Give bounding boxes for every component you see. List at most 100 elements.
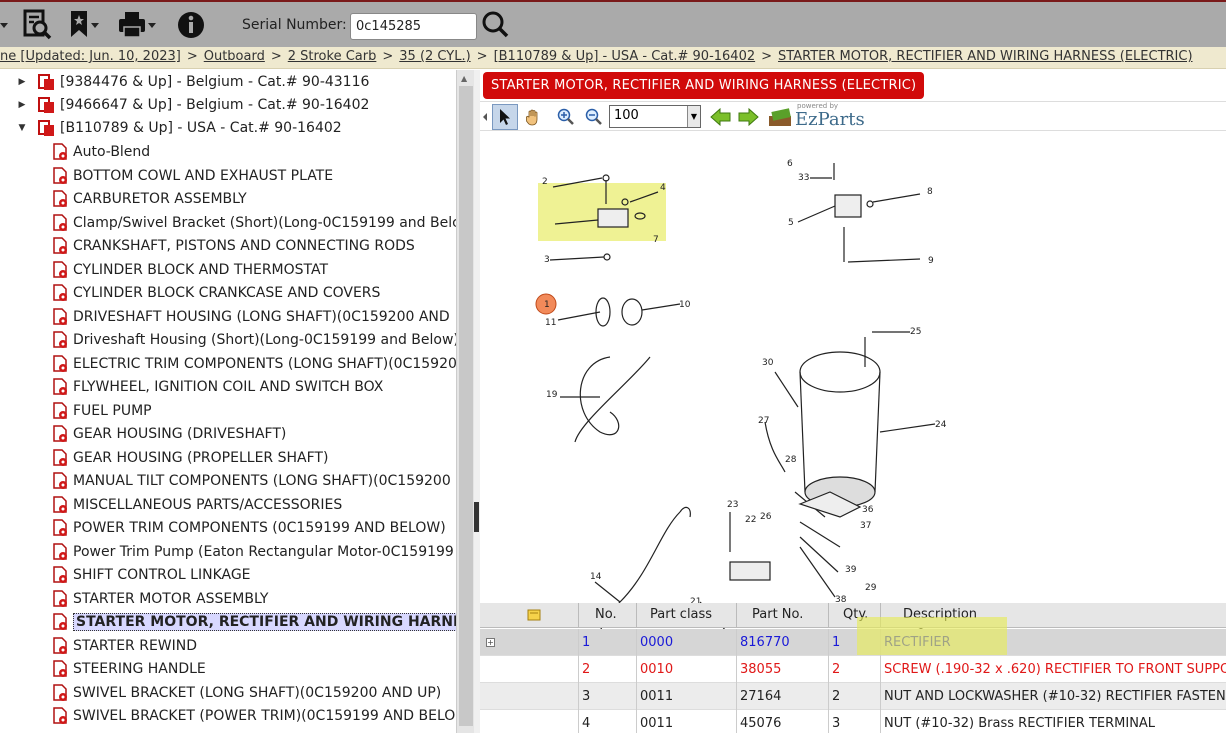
previous-arrow-button[interactable] — [708, 104, 734, 130]
tree-item[interactable]: STEERING HANDLE — [52, 658, 206, 680]
callout-number[interactable]: 3 — [544, 255, 550, 265]
callout-number[interactable]: 10 — [679, 300, 691, 310]
tree-catalog-node-expanded[interactable]: ▼ [B110789 & Up] - USA - Cat.# 90-16402 — [16, 117, 342, 139]
zoom-dropdown-icon[interactable]: ▼ — [687, 106, 700, 127]
expand-arrow-icon[interactable]: ▶ — [16, 77, 28, 87]
zoom-in-button[interactable] — [553, 104, 579, 130]
callout-number[interactable]: 22 — [745, 515, 756, 525]
parts-page-icon — [52, 354, 68, 373]
diagram-title-tab[interactable]: STARTER MOTOR, RECTIFIER AND WIRING HARN… — [483, 72, 925, 99]
tree-catalog-node[interactable]: ▶ [9466647 & Up] - Belgium - Cat.# 90-16… — [16, 94, 369, 116]
tree-item[interactable]: GEAR HOUSING (PROPELLER SHAFT) — [52, 447, 328, 469]
callout-number[interactable]: 1 — [544, 300, 550, 310]
tree-item[interactable]: POWER TRIM COMPONENTS (0C159199 AND BELO… — [52, 517, 446, 539]
splitter-handle[interactable] — [474, 502, 479, 532]
callout-number[interactable]: 28 — [785, 455, 797, 465]
callout-number[interactable]: 19 — [546, 390, 558, 400]
next-arrow-button[interactable] — [735, 104, 761, 130]
table-row[interactable]: 2 0010 38055 2 SCREW (.190-32 x .620) RECTIF… — [480, 656, 1226, 683]
expand-plus-icon[interactable]: + — [486, 638, 495, 647]
tree-item[interactable]: Auto-Blend — [52, 141, 150, 163]
tree-item-label: Clamp/Swivel Bracket (Short)(Long-0C1591… — [73, 214, 456, 231]
expand-arrow-icon[interactable]: ▶ — [16, 100, 28, 110]
callout-number[interactable]: 25 — [910, 327, 921, 337]
tree-item[interactable]: Power Trim Pump (Eaton Rectangular Motor… — [52, 541, 456, 563]
tree-scrollbar[interactable]: ▲ — [456, 70, 474, 733]
dropdown-arrow-icon[interactable] — [0, 9, 10, 41]
tree-item[interactable]: STARTER REWIND — [52, 635, 197, 657]
tree-item[interactable]: SHIFT CONTROL LINKAGE — [52, 564, 251, 586]
callout-number[interactable]: 4 — [660, 183, 666, 193]
tree-item[interactable]: SWIVEL BRACKET (POWER TRIM)(0C159199 AND… — [52, 705, 455, 727]
table-row[interactable]: +100008167701RECTIFIER — [480, 629, 1226, 656]
callout-number[interactable]: 36 — [862, 505, 874, 515]
bookmark-icon[interactable] — [68, 9, 100, 41]
exploded-parts-diagram[interactable]: 1 2 3 4 5 6 7 8 9 10 11 14 19 21 22 23 24 25 26 27 28 29 30 33 3… — [480, 132, 1226, 648]
tree-item[interactable]: FUEL PUMP — [52, 400, 152, 422]
breadcrumb-item[interactable]: 35 (2 CYL.) — [399, 49, 470, 64]
tree-item[interactable]: STARTER MOTOR ASSEMBLY — [52, 588, 268, 610]
callout-number[interactable]: 29 — [865, 583, 877, 593]
callout-number[interactable]: 33 — [798, 173, 809, 183]
callout-number[interactable]: 6 — [787, 159, 793, 169]
info-icon[interactable] — [176, 9, 206, 41]
breadcrumb-item[interactable]: [B110789 & Up] - USA - Cat.# 90-16402 — [494, 49, 756, 64]
parts-page-icon — [52, 683, 68, 702]
callout-number[interactable]: 27 — [758, 416, 769, 426]
tree-item[interactable]: GEAR HOUSING (DRIVESHAFT) — [52, 423, 286, 445]
tree-item[interactable]: ELECTRIC TRIM COMPONENTS (LONG SHAFT)(0C… — [52, 353, 456, 375]
collapse-arrow-icon[interactable]: ▼ — [16, 123, 28, 133]
serial-number-input[interactable] — [350, 13, 477, 40]
scroll-up-arrow-icon[interactable]: ▲ — [461, 74, 467, 83]
callout-number[interactable]: 26 — [760, 512, 772, 522]
callout-number[interactable]: 11 — [545, 318, 556, 328]
callout-number[interactable]: 37 — [860, 521, 871, 531]
tree-item[interactable]: BOTTOM COWL AND EXHAUST PLATE — [52, 165, 333, 187]
callout-number[interactable]: 24 — [935, 420, 947, 430]
row-expand-cell[interactable] — [480, 683, 579, 710]
table-row[interactable]: 4 0011 45076 3 NUT (#10-32) Brass RECTIFIER … — [480, 710, 1226, 733]
tree-item[interactable]: Clamp/Swivel Bracket (Short)(Long-0C1591… — [52, 212, 456, 234]
tree-item[interactable]: MANUAL TILT COMPONENTS (LONG SHAFT)(0C15… — [52, 470, 456, 492]
tree-catalog-node[interactable]: ▶ [9384476 & Up] - Belgium - Cat.# 90-43… — [16, 71, 369, 93]
select-pointer-button[interactable] — [492, 104, 518, 130]
callout-number[interactable]: 23 — [727, 500, 738, 510]
tree-item[interactable]: MISCELLANEOUS PARTS/ACCESSORIES — [52, 494, 342, 516]
column-header[interactable]: Part No. — [737, 603, 829, 628]
breadcrumb-item-current[interactable]: STARTER MOTOR, RECTIFIER AND WIRING HARN… — [778, 49, 1193, 64]
column-header[interactable]: Part class — [637, 603, 737, 628]
search-document-icon[interactable] — [22, 9, 52, 41]
search-icon[interactable] — [481, 9, 511, 41]
parts-page-icon — [52, 143, 68, 161]
table-row[interactable]: 3 0011 27164 2 NUT AND LOCKWASHER (#10-32) R… — [480, 683, 1226, 710]
tree-item[interactable]: CARBURETOR ASSEMBLY — [52, 188, 247, 210]
tree-item[interactable]: Driveshaft Housing (Short)(Long-0C159199… — [52, 329, 456, 351]
tree-item[interactable]: SWIVEL BRACKET (LONG SHAFT)(0C159200 AND… — [52, 682, 441, 704]
tree-item[interactable]: FLYWHEEL, IGNITION COIL AND SWITCH BOX — [52, 376, 383, 398]
callout-number[interactable]: 39 — [845, 565, 857, 575]
tree-item[interactable]: CYLINDER BLOCK AND THERMOSTAT — [52, 259, 328, 281]
row-expand-cell[interactable] — [480, 710, 579, 733]
breadcrumb-lead[interactable]: ne [Updated: Jun. 10, 2023] — [0, 49, 181, 64]
column-header[interactable]: No. — [579, 603, 637, 628]
printer-icon[interactable] — [117, 9, 157, 41]
callout-number[interactable]: 8 — [927, 187, 933, 197]
tree-item[interactable]: CRANKSHAFT, PISTONS AND CONNECTING RODS — [52, 235, 415, 257]
breadcrumb-item[interactable]: 2 Stroke Carb — [288, 49, 377, 64]
row-expand-cell[interactable]: + — [480, 629, 579, 656]
callout-number[interactable]: 7 — [653, 235, 659, 245]
callout-number[interactable]: 9 — [928, 256, 934, 266]
scrollbar-thumb[interactable] — [459, 86, 473, 726]
pan-hand-button[interactable] — [520, 104, 546, 130]
callout-number[interactable]: 5 — [788, 218, 794, 228]
tree-item[interactable]: CYLINDER BLOCK CRANKCASE AND COVERS — [52, 282, 380, 304]
zoom-out-button[interactable] — [581, 104, 607, 130]
callout-number[interactable]: 2 — [542, 177, 548, 187]
callout-number[interactable]: 14 — [590, 572, 602, 582]
tree-item[interactable]: DRIVESHAFT HOUSING (LONG SHAFT)(0C159200… — [52, 306, 450, 328]
breadcrumb-item[interactable]: Outboard — [204, 49, 265, 64]
row-expand-cell[interactable] — [480, 656, 579, 683]
tree-item[interactable]: STARTER MOTOR, RECTIFIER AND WIRING HARN… — [52, 611, 456, 633]
callout-number[interactable]: 30 — [762, 358, 774, 368]
tree-catalog-label: [9384476 & Up] - Belgium - Cat.# 90-4311… — [60, 74, 370, 90]
